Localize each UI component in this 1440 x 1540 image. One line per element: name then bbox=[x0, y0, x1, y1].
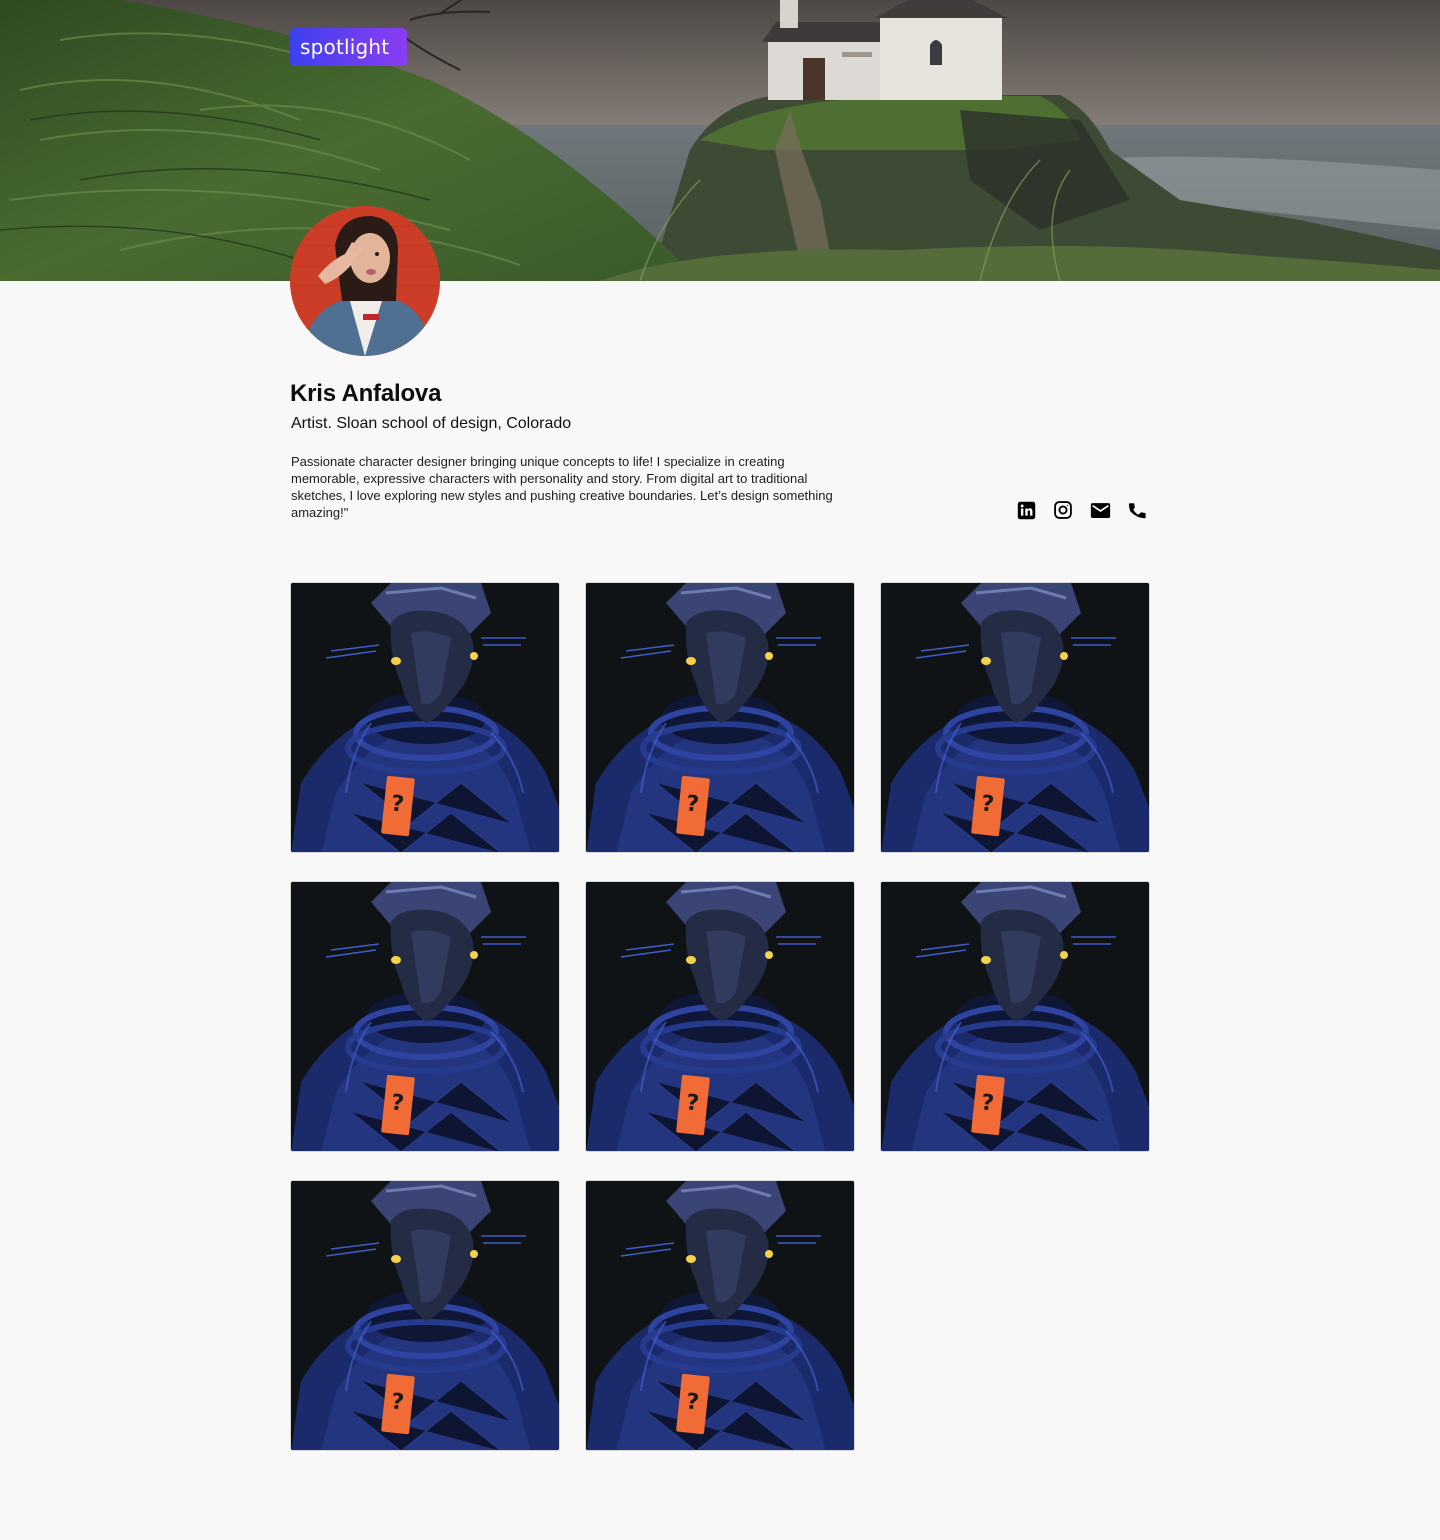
profile-name: Kris Anfalova bbox=[290, 380, 442, 407]
spotlight-logo[interactable]: spotlight bbox=[290, 28, 407, 66]
gallery-item[interactable]: ? bbox=[585, 881, 855, 1152]
profile-bio: Passionate character designer bringing u… bbox=[291, 454, 833, 520]
profile-photo bbox=[290, 206, 440, 356]
character-artwork: ? bbox=[881, 583, 1149, 852]
character-artwork: ? bbox=[881, 882, 1149, 1151]
portfolio-gallery: ? ? ? ? ? ? ? ? bbox=[290, 582, 1150, 1451]
avatar bbox=[290, 206, 440, 356]
gallery-item[interactable]: ? bbox=[585, 1180, 855, 1451]
character-artwork: ? bbox=[291, 882, 559, 1151]
cover-image bbox=[0, 0, 1440, 281]
gallery-item[interactable]: ? bbox=[880, 582, 1150, 853]
svg-text:?: ? bbox=[685, 1090, 700, 1116]
gallery-item[interactable]: ? bbox=[290, 1180, 560, 1451]
instagram-icon[interactable] bbox=[1051, 498, 1075, 522]
svg-text:?: ? bbox=[685, 791, 700, 817]
phone-icon[interactable] bbox=[1125, 498, 1149, 522]
gallery-item[interactable]: ? bbox=[290, 881, 560, 1152]
gallery-item[interactable]: ? bbox=[290, 582, 560, 853]
cover-banner bbox=[0, 0, 1440, 281]
social-links bbox=[1014, 498, 1149, 522]
character-artwork: ? bbox=[586, 882, 854, 1151]
character-artwork: ? bbox=[291, 583, 559, 852]
gallery-item[interactable]: ? bbox=[880, 881, 1150, 1152]
svg-text:?: ? bbox=[980, 791, 995, 817]
svg-text:?: ? bbox=[390, 1090, 405, 1116]
character-artwork: ? bbox=[586, 583, 854, 852]
svg-text:?: ? bbox=[390, 1389, 405, 1415]
gallery-item[interactable]: ? bbox=[585, 582, 855, 853]
character-artwork: ? bbox=[291, 1181, 559, 1450]
svg-text:?: ? bbox=[685, 1389, 700, 1415]
character-artwork: ? bbox=[586, 1181, 854, 1450]
svg-text:?: ? bbox=[980, 1090, 995, 1116]
profile-title: Artist. Sloan school of design, Colorado bbox=[291, 415, 572, 432]
linkedin-icon[interactable] bbox=[1014, 498, 1038, 522]
email-icon[interactable] bbox=[1088, 498, 1112, 522]
svg-text:?: ? bbox=[390, 791, 405, 817]
brand-name: spotlight bbox=[300, 35, 390, 59]
